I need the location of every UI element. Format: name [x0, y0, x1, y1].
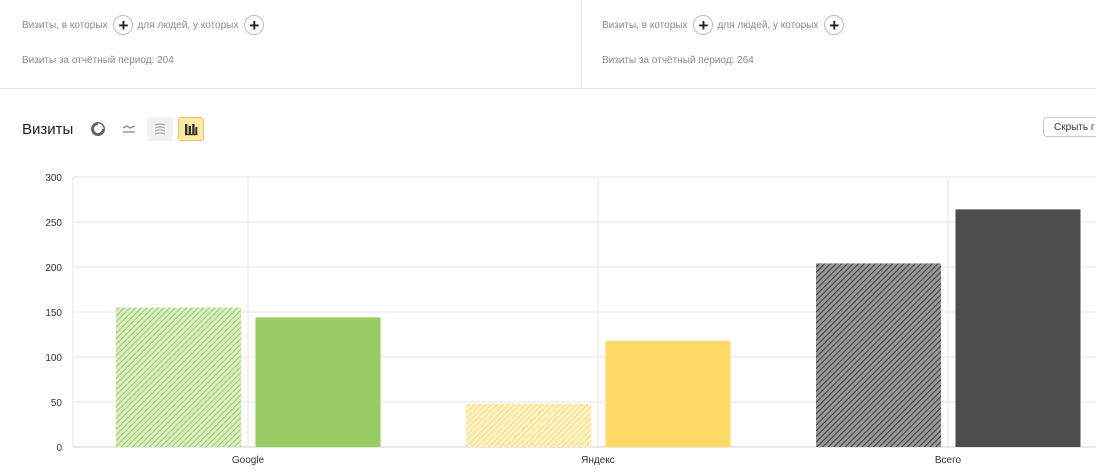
add-visit-condition-button[interactable]: +	[113, 15, 134, 35]
segment-1: Визиты, в которых + для людей, у которых…	[0, 0, 582, 88]
line-chart-icon[interactable]	[116, 117, 142, 141]
segment-2-period-visits: Визиты за отчётный период: 264	[602, 55, 754, 66]
area-chart-icon[interactable]	[147, 117, 174, 141]
bar-Яндекс-series-2[interactable]	[605, 340, 731, 447]
bar-Google-series-1[interactable]	[116, 307, 241, 448]
x-tick-label: Всего	[935, 455, 962, 466]
chart-title: Визиты	[22, 120, 74, 138]
y-tick-label: 150	[45, 308, 62, 319]
x-tick-label: Яндекс	[581, 455, 615, 466]
segment-1-filter-row: Визиты, в которых + для людей, у которых…	[22, 13, 268, 37]
y-tick-label: 100	[45, 353, 62, 364]
y-tick-label: 200	[45, 263, 62, 274]
people-condition-label: для людей, у которых	[137, 19, 239, 31]
bar-Google-series-2[interactable]	[255, 317, 381, 447]
bar-Всего-series-1[interactable]	[816, 263, 941, 447]
bar-Яндекс-series-1[interactable]	[466, 403, 591, 447]
x-tick-label: Google	[232, 455, 265, 466]
y-tick-label: 250	[45, 218, 62, 229]
visits-condition-label: Визиты, в которых	[602, 19, 688, 31]
visits-condition-label: Визиты, в которых	[22, 19, 108, 31]
segments-panel: Визиты, в которых + для людей, у которых…	[0, 0, 1096, 89]
pie-chart-icon[interactable]	[85, 117, 111, 141]
y-tick-label: 50	[51, 398, 63, 409]
chart-toolbar: Визиты	[22, 116, 209, 142]
bar-Всего-series-2[interactable]	[955, 209, 1081, 447]
add-visit-condition-button[interactable]: +	[693, 15, 714, 35]
segment-1-period-visits: Визиты за отчётный период: 204	[22, 55, 174, 66]
add-people-condition-button[interactable]: +	[244, 15, 265, 35]
add-people-condition-button[interactable]: +	[824, 15, 845, 35]
y-tick-label: 300	[45, 173, 62, 184]
people-condition-label: для людей, у которых	[717, 19, 819, 31]
y-tick-label: 0	[56, 443, 62, 454]
hide-chart-button[interactable]: Скрыть г	[1043, 117, 1096, 137]
bar-chart: 300 250 200 150 100 50 0 Google Яндекс Всего	[45, 173, 1096, 466]
bar-chart-icon[interactable]	[178, 117, 205, 141]
segment-2: Визиты, в которых + для людей, у которых…	[582, 0, 1096, 88]
segment-2-filter-row: Визиты, в которых + для людей, у которых…	[602, 13, 848, 37]
